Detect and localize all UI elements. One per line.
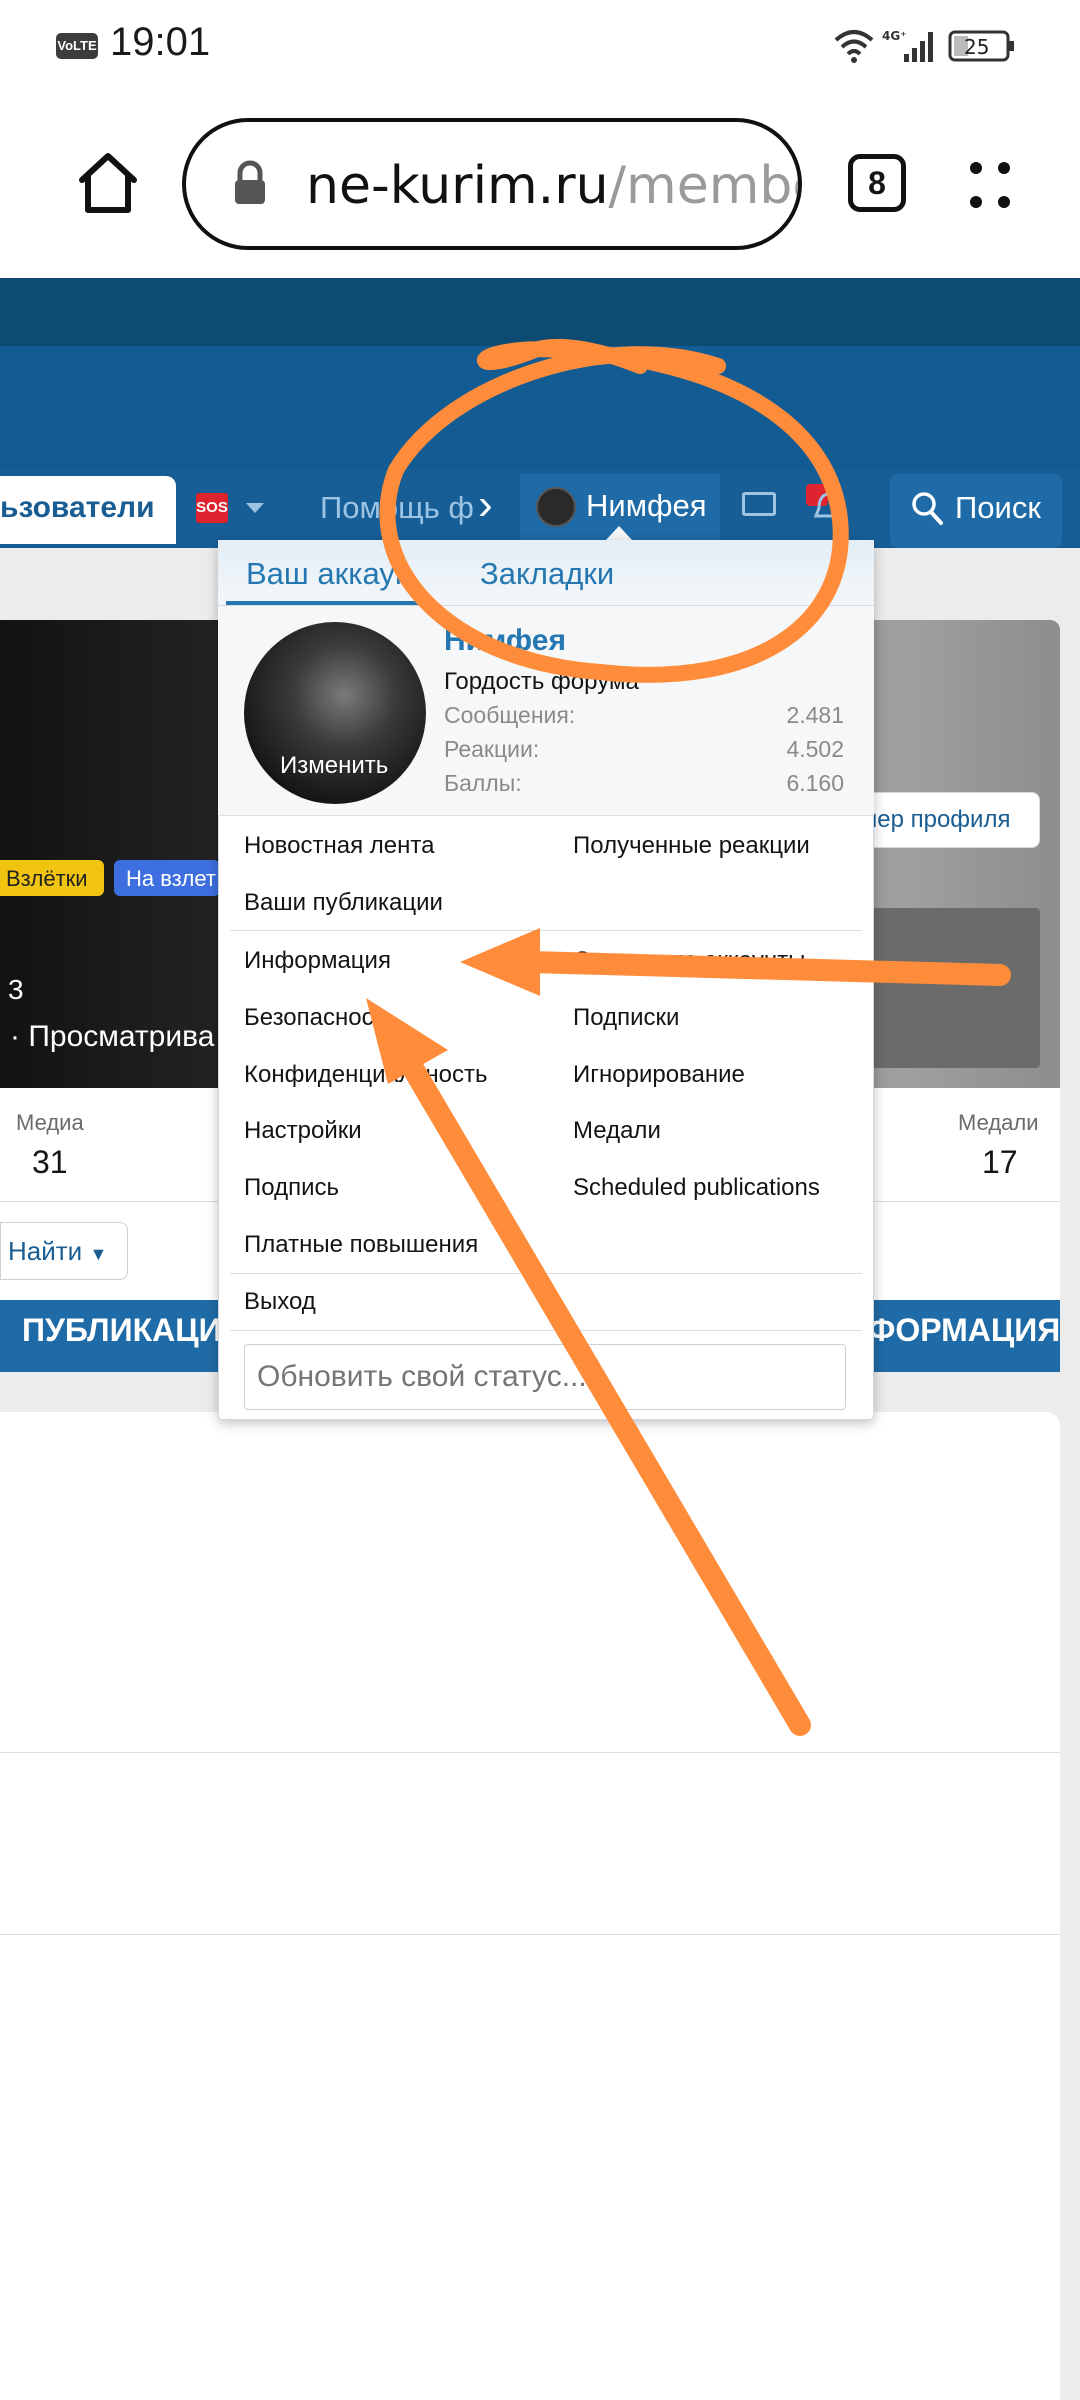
medals-value[interactable]: 17 bbox=[982, 1144, 1018, 1181]
badge-blue-label: На взлет bbox=[126, 866, 216, 891]
menu-received-reactions[interactable]: Полученные реакции bbox=[573, 832, 810, 860]
tab-information[interactable]: ФОРМАЦИЯ bbox=[868, 1312, 1060, 1349]
network-type: 4G⁺ bbox=[882, 29, 907, 43]
viewing-status: · Просматрива bbox=[10, 1020, 215, 1053]
menu-ignoring[interactable]: Игнорирование bbox=[573, 1061, 745, 1089]
find-button-label[interactable]: Найти ▼ bbox=[8, 1236, 107, 1267]
search-icon bbox=[912, 492, 943, 525]
tab-your-account[interactable]: Ваш аккаун bbox=[246, 556, 412, 592]
home-icon[interactable] bbox=[76, 150, 140, 216]
tab-publications[interactable]: ПУБЛИКАЦИ bbox=[22, 1312, 222, 1349]
menu-following[interactable]: Подписки bbox=[573, 1004, 679, 1032]
more-menu-icon[interactable] bbox=[968, 160, 1012, 210]
avatar-edit-label[interactable]: Изменить bbox=[280, 752, 388, 780]
menu-divider bbox=[230, 1273, 862, 1274]
stat-reactions-value: 4.502 bbox=[786, 736, 844, 762]
menu-connected-accounts[interactable]: Связанные аккаунты bbox=[573, 947, 805, 975]
stat-points-value: 6.160 bbox=[786, 770, 844, 796]
content-panel bbox=[0, 1412, 1060, 2400]
battery-icon: 25 bbox=[948, 30, 1014, 62]
nav-search-label[interactable]: Поиск bbox=[955, 490, 1041, 526]
profile-name[interactable]: Нимфея bbox=[444, 624, 566, 658]
menu-divider bbox=[230, 930, 862, 931]
user-title: Гордость форума bbox=[444, 668, 639, 695]
menu-signature[interactable]: Подпись bbox=[244, 1174, 339, 1202]
tab-bookmarks[interactable]: Закладки bbox=[480, 556, 614, 592]
badge-yellow-label: Взлётки bbox=[6, 866, 88, 891]
user-avatar-small bbox=[536, 487, 576, 527]
stat-reactions-label: Реакции: bbox=[444, 736, 540, 762]
url-bar[interactable]: ne-kurim.ru/membe bbox=[182, 118, 802, 250]
menu-news-feed[interactable]: Новостная лента bbox=[244, 832, 434, 860]
dropdown-pointer bbox=[606, 526, 632, 540]
nav-username[interactable]: Нимфея bbox=[586, 488, 707, 524]
menu-scheduled-publications[interactable]: Scheduled publications bbox=[573, 1174, 820, 1202]
menu-security[interactable]: Безопасность bbox=[244, 1004, 397, 1032]
svg-text:25: 25 bbox=[964, 35, 989, 59]
forum-top-bar bbox=[0, 278, 1080, 346]
sos-icon[interactable]: SOS bbox=[196, 493, 228, 523]
medals-label: Медали bbox=[958, 1110, 1039, 1135]
menu-settings[interactable]: Настройки bbox=[244, 1117, 362, 1145]
media-label: Медиа bbox=[16, 1110, 84, 1135]
menu-your-publications[interactable]: Ваши публикации bbox=[244, 889, 443, 917]
lock-icon bbox=[235, 160, 265, 204]
dropdown-caret-icon[interactable] bbox=[246, 503, 264, 513]
content-divider bbox=[0, 1752, 1060, 1753]
signal-icon bbox=[904, 32, 933, 62]
forum-header bbox=[0, 346, 1080, 470]
menu-logout[interactable]: Выход bbox=[244, 1288, 316, 1316]
url-text: ne-kurim.ru/membe bbox=[306, 156, 798, 216]
active-tab-underline bbox=[226, 601, 426, 605]
media-value[interactable]: 31 bbox=[32, 1144, 68, 1181]
chevron-right-icon[interactable]: › bbox=[478, 480, 493, 530]
menu-divider bbox=[230, 1330, 862, 1331]
menu-privacy[interactable]: Конфиденциальность bbox=[244, 1061, 487, 1089]
wifi-icon bbox=[834, 30, 874, 56]
nav-users-label[interactable]: ьзователи bbox=[0, 491, 155, 525]
status-time: 19:01 bbox=[110, 20, 211, 64]
mail-icon[interactable] bbox=[742, 492, 776, 516]
status-input[interactable] bbox=[244, 1344, 846, 1410]
menu-information[interactable]: Информация bbox=[244, 947, 391, 975]
nav-help-link[interactable]: Помощь ф bbox=[320, 490, 474, 526]
cover-overlay bbox=[860, 908, 1040, 1068]
stat-messages-label: Сообщения: bbox=[444, 702, 576, 728]
caret-down-icon: ▼ bbox=[89, 1244, 108, 1264]
status-icons: 4G⁺ 25 bbox=[834, 29, 1014, 63]
stat-points-label: Баллы: bbox=[444, 770, 522, 796]
cover-number: 3 bbox=[8, 974, 24, 1005]
bell-icon[interactable] bbox=[812, 490, 846, 526]
profile-banner-label[interactable]: нер профиля bbox=[864, 806, 1010, 834]
tab-count-button[interactable]: 8 bbox=[848, 154, 906, 212]
menu-paid-upgrades[interactable]: Платные повышения bbox=[244, 1231, 478, 1259]
volte-icon: VoLTE bbox=[56, 33, 98, 59]
menu-medals[interactable]: Медали bbox=[573, 1117, 661, 1145]
content-divider bbox=[0, 1934, 1060, 1935]
stat-messages-value: 2.481 bbox=[786, 702, 844, 728]
